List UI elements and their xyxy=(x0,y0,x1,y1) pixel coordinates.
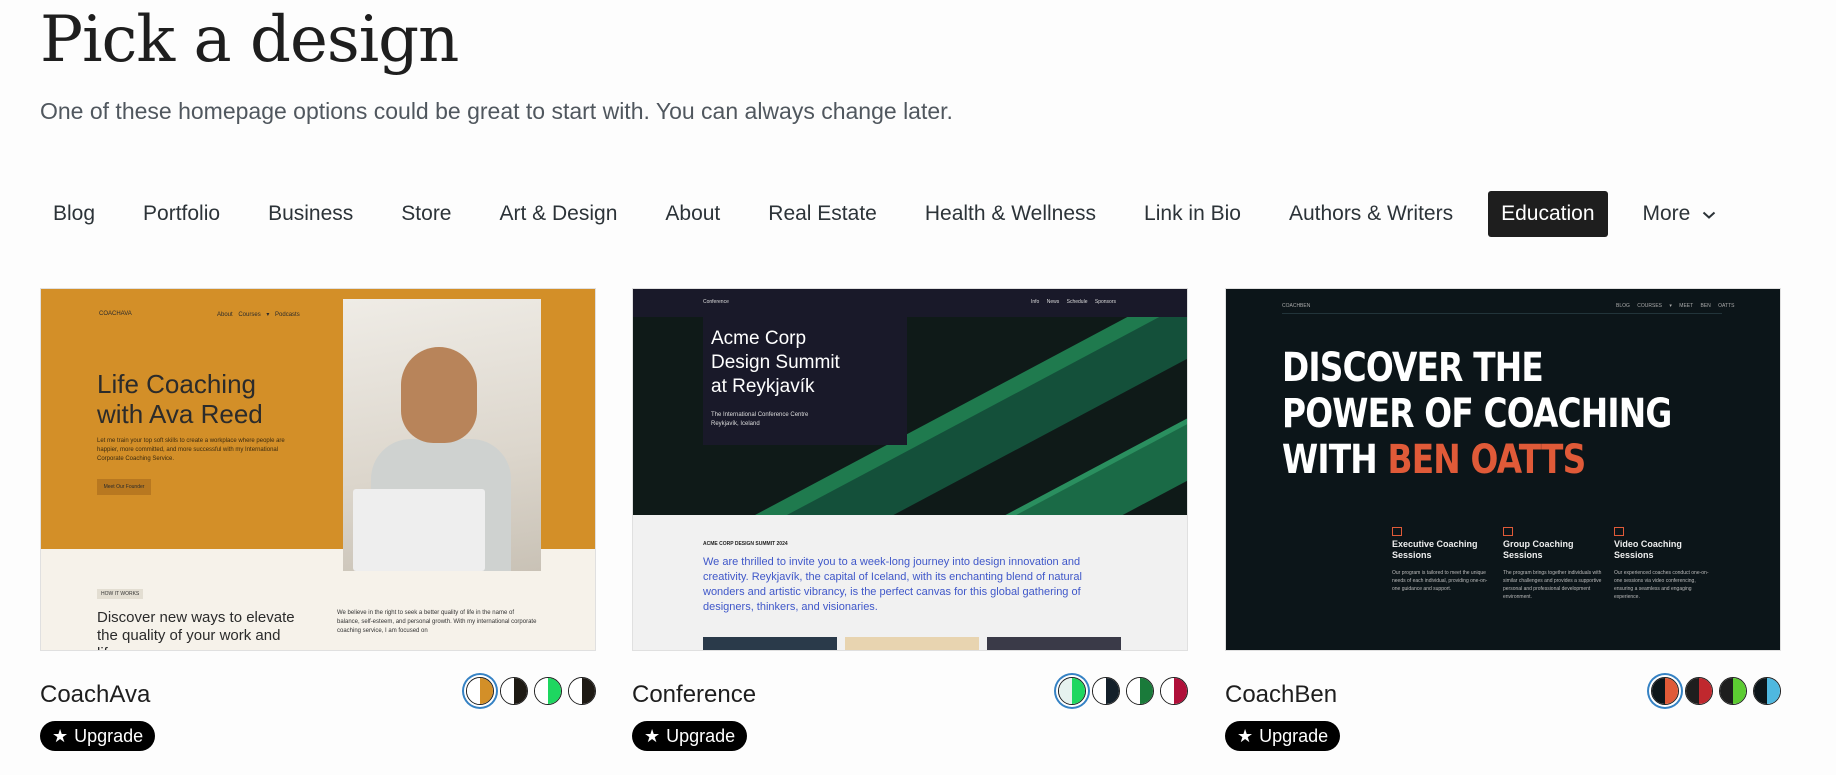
preview-eyebrow: ACME CORP DESIGN SUMMIT 2024 xyxy=(703,541,788,547)
design-preview[interactable]: COACHAVA About Courses ▾ Podcasts Life C… xyxy=(40,288,596,651)
style-swatch[interactable] xyxy=(568,677,596,705)
tab-more-label: More xyxy=(1642,201,1691,225)
style-variations xyxy=(1058,677,1188,705)
preview-nav: BLOG COURSES ▾ MEET BEN OATTS xyxy=(1616,303,1735,309)
tab-education[interactable]: Education xyxy=(1488,191,1608,237)
star-icon: ★ xyxy=(52,725,69,746)
preview-heading: Acme Corp Design Summit at Reykjavík xyxy=(711,328,840,397)
user-icon xyxy=(1392,527,1402,536)
tab-authors-writers[interactable]: Authors & Writers xyxy=(1276,191,1466,237)
style-swatch[interactable] xyxy=(1651,677,1679,705)
preview-section-body: We believe in the right to seek a better… xyxy=(337,610,537,634)
style-swatch[interactable] xyxy=(1126,677,1154,705)
tab-link-in-bio[interactable]: Link in Bio xyxy=(1131,191,1254,237)
preview-tag: HOW IT WORKS xyxy=(97,589,144,599)
category-tabs: Blog Portfolio Business Store Art & Desi… xyxy=(40,190,1751,238)
preview-service: Video Coaching Sessions Our experienced … xyxy=(1614,527,1716,601)
preview-logo: Conference xyxy=(703,299,729,305)
upgrade-badge[interactable]: ★ Upgrade xyxy=(1225,721,1341,751)
users-icon xyxy=(1503,527,1513,536)
design-preview[interactable]: COACHBEN BLOG COURSES ▾ MEET BEN OATTS D… xyxy=(1225,288,1781,651)
preview-service: Executive Coaching Sessions Our program … xyxy=(1392,527,1494,593)
style-swatch[interactable] xyxy=(534,677,562,705)
tab-portfolio[interactable]: Portfolio xyxy=(130,191,233,237)
preview-button: Meet Our Founder xyxy=(97,479,151,495)
tab-about[interactable]: About xyxy=(652,191,733,237)
style-swatch[interactable] xyxy=(1092,677,1120,705)
upgrade-badge[interactable]: ★ Upgrade xyxy=(40,721,156,751)
tab-real-estate[interactable]: Real Estate xyxy=(755,191,890,237)
style-swatch[interactable] xyxy=(466,677,494,705)
preview-logo: COACHAVA xyxy=(99,311,132,317)
page-subtitle: One of these homepage options could be g… xyxy=(40,98,953,124)
design-name: CoachBen xyxy=(1225,681,1338,708)
tab-blog[interactable]: Blog xyxy=(40,191,108,237)
style-swatch[interactable] xyxy=(1753,677,1781,705)
upgrade-badge[interactable]: ★ Upgrade xyxy=(632,721,748,751)
tab-art-design[interactable]: Art & Design xyxy=(487,191,631,237)
preview-heading: DISCOVER THE POWER OF COACHING WITH BEN … xyxy=(1282,345,1672,483)
design-card-coachben: COACHBEN BLOG COURSES ▾ MEET BEN OATTS D… xyxy=(1225,288,1781,761)
design-name: Conference xyxy=(632,681,757,708)
preview-nav: About Courses ▾ Podcasts xyxy=(217,312,300,318)
style-swatch[interactable] xyxy=(1685,677,1713,705)
page-title: Pick a design xyxy=(40,3,459,77)
design-preview[interactable]: Conference Info News Schedule Sponsors A… xyxy=(632,288,1188,651)
style-variations xyxy=(466,677,596,705)
tab-business[interactable]: Business xyxy=(255,191,366,237)
preview-nav: Info News Schedule Sponsors xyxy=(1031,299,1116,305)
design-name: CoachAva xyxy=(40,681,151,708)
preview-heading: Life Coaching with Ava Reed xyxy=(97,369,263,429)
video-icon xyxy=(1614,527,1624,536)
tab-health-wellness[interactable]: Health & Wellness xyxy=(912,191,1109,237)
style-variations xyxy=(1651,677,1781,705)
tab-store[interactable]: Store xyxy=(388,191,464,237)
style-swatch[interactable] xyxy=(500,677,528,705)
preview-body: We are thrilled to invite you to a week-… xyxy=(703,556,1082,613)
style-swatch[interactable] xyxy=(1160,677,1188,705)
star-icon: ★ xyxy=(1237,725,1254,746)
star-icon: ★ xyxy=(644,725,661,746)
chevron-down-icon xyxy=(1702,201,1716,227)
preview-body: Let me train your top soft skills to cre… xyxy=(97,438,285,462)
design-card-conference: Conference Info News Schedule Sponsors A… xyxy=(632,288,1188,761)
preview-service: Group Coaching Sessions The program brin… xyxy=(1503,527,1605,601)
preview-section-heading: Discover new ways to elevate the quality… xyxy=(97,609,295,650)
tab-more[interactable]: More xyxy=(1630,191,1730,237)
style-swatch[interactable] xyxy=(1719,677,1747,705)
preview-logo: COACHBEN xyxy=(1282,303,1311,309)
design-card-coachava: COACHAVA About Courses ▾ Podcasts Life C… xyxy=(40,288,596,761)
preview-venue: The International Conference Centre Reyk… xyxy=(711,412,809,427)
style-swatch[interactable] xyxy=(1058,677,1086,705)
